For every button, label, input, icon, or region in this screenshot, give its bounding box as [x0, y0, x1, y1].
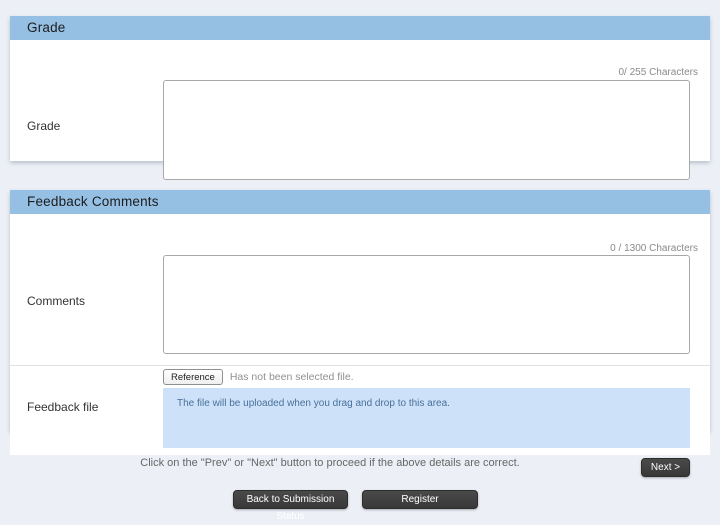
comments-input[interactable]	[163, 255, 690, 354]
back-to-submission-status-button[interactable]: Back to Submission Status	[233, 490, 348, 509]
proceed-instruction-text: Click on the "Prev" or "Next" button to …	[0, 457, 660, 469]
grade-section: Grade 0/ 255 Characters Grade	[10, 16, 710, 161]
feedback-comments-section-header: Feedback Comments	[10, 190, 710, 214]
comments-char-counter: 0 / 1300 Characters	[610, 243, 698, 254]
grade-section-header: Grade	[10, 16, 710, 40]
feedback-comments-section: Feedback Comments 0 / 1300 Characters Co…	[10, 190, 710, 431]
register-button[interactable]: Register	[362, 490, 478, 509]
feedback-file-field-label: Feedback file	[27, 400, 98, 414]
grade-input[interactable]	[163, 80, 690, 180]
no-file-selected-text: Has not been selected file.	[230, 371, 354, 383]
file-select-line: Reference Has not been selected file.	[163, 369, 354, 385]
feedback-file-row: Feedback file Reference Has not been sel…	[10, 365, 710, 455]
grade-field-label: Grade	[27, 119, 60, 133]
comments-field-label: Comments	[27, 294, 85, 308]
next-button[interactable]: Next >	[641, 458, 690, 477]
grading-form-page: Grade 0/ 255 Characters Grade Feedback C…	[0, 0, 720, 525]
grade-char-counter: 0/ 255 Characters	[619, 67, 699, 78]
reference-file-button[interactable]: Reference	[163, 369, 223, 385]
file-dropzone-hint: The file will be uploaded when you drag …	[177, 398, 450, 409]
file-dropzone[interactable]: The file will be uploaded when you drag …	[163, 388, 690, 448]
